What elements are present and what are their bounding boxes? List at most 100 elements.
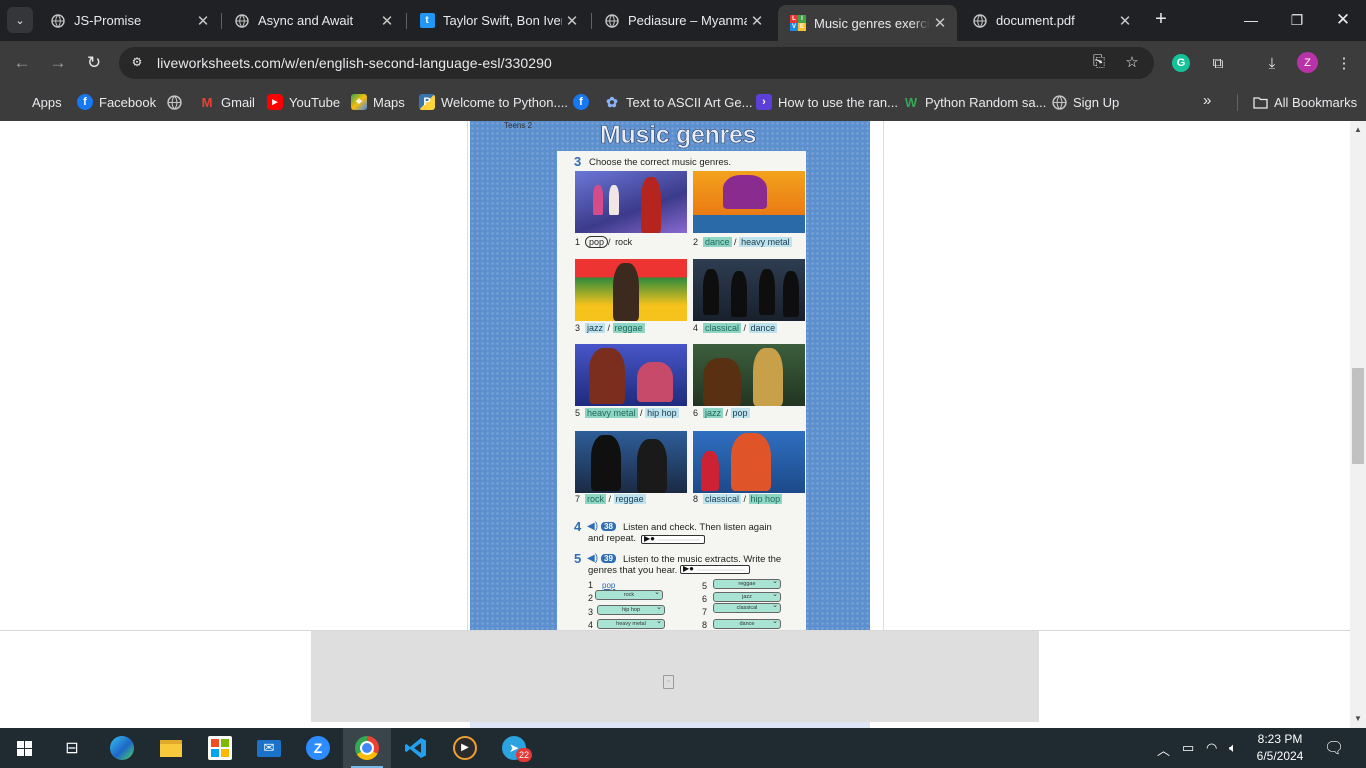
bookmark-star-icon[interactable]: ☆ bbox=[1122, 53, 1142, 73]
start-icon[interactable] bbox=[0, 728, 48, 768]
globe-icon bbox=[234, 13, 250, 29]
address-bar[interactable]: ⚙ liveworksheets.com/w/en/english-second… bbox=[119, 47, 1154, 79]
clock-date: 6/5/2024 bbox=[1256, 749, 1304, 763]
url-text[interactable]: liveworksheets.com/w/en/english-second-l… bbox=[157, 55, 552, 71]
bookmark-apps[interactable]: Apps bbox=[12, 92, 62, 112]
bookmark-facebook[interactable]: f Facebook bbox=[77, 92, 156, 112]
vscode-icon[interactable] bbox=[392, 728, 440, 768]
zoom-icon[interactable]: Z bbox=[294, 728, 342, 768]
close-icon[interactable]: ✕ bbox=[930, 14, 950, 32]
answer-8-select[interactable]: dance bbox=[713, 618, 781, 629]
bookmark-maps[interactable]: ⌖ Maps bbox=[351, 92, 405, 112]
task-view-icon[interactable]: ⊟ bbox=[48, 728, 96, 768]
option-b[interactable]: pop bbox=[730, 408, 750, 418]
bookmark-globe[interactable] bbox=[166, 92, 188, 112]
close-icon[interactable]: ✕ bbox=[377, 12, 397, 30]
mail-icon[interactable]: ✉ bbox=[245, 728, 293, 768]
tab-taylor-swift[interactable]: t Taylor Swift, Bon Iver ✕ bbox=[407, 6, 589, 35]
bookmark-python-random[interactable]: W Python Random sa... bbox=[903, 92, 1047, 112]
exercise-3-item-4: 4 classical / dance bbox=[693, 323, 778, 333]
bookmark-youtube[interactable]: ▶ YouTube bbox=[267, 92, 340, 112]
scroll-thumb[interactable] bbox=[1352, 368, 1364, 464]
bookmark-random[interactable]: › How to use the ran... bbox=[756, 92, 898, 112]
scroll-down-icon[interactable]: ▼ bbox=[1353, 714, 1363, 724]
tab-pediasure[interactable]: Pediasure – Myanmar ✕ bbox=[592, 6, 774, 35]
option-a[interactable]: dance bbox=[703, 237, 732, 247]
answer-7-select[interactable]: classical bbox=[713, 602, 781, 613]
bookmarks-overflow-icon[interactable]: » bbox=[1203, 92, 1211, 109]
all-bookmarks[interactable]: All Bookmarks bbox=[1252, 92, 1357, 112]
profile-avatar[interactable]: Z bbox=[1297, 52, 1318, 73]
media-player-icon[interactable]: ▶ bbox=[441, 728, 489, 768]
reload-icon[interactable]: ↻ bbox=[82, 51, 106, 75]
close-window-icon[interactable]: ✕ bbox=[1320, 0, 1366, 40]
bookmark-label: Maps bbox=[373, 94, 405, 110]
bookmark-python[interactable]: P Welcome to Python.... bbox=[419, 92, 568, 112]
close-icon[interactable]: ✕ bbox=[562, 12, 582, 30]
volume-icon[interactable]: 🔈︎ bbox=[1229, 740, 1237, 756]
play-icon[interactable]: ▶● bbox=[644, 534, 655, 543]
site-info-icon[interactable]: ⚙ bbox=[129, 55, 145, 71]
tab-document-pdf[interactable]: document.pdf ✕ bbox=[960, 6, 1142, 35]
option-a[interactable]: pop bbox=[585, 236, 609, 248]
option-a[interactable]: jazz bbox=[703, 408, 724, 418]
item-number: 5 bbox=[575, 408, 581, 418]
answer-6-select[interactable]: jazz bbox=[713, 591, 781, 602]
option-b[interactable]: heavy metal bbox=[739, 237, 792, 247]
bookmark-sign-up[interactable]: Sign Up bbox=[1051, 92, 1119, 112]
notifications-icon[interactable]: 🗨︎ bbox=[1324, 738, 1344, 758]
forward-icon[interactable]: → bbox=[46, 51, 70, 75]
option-b[interactable]: hip hop bbox=[645, 408, 679, 418]
store-icon[interactable] bbox=[196, 728, 244, 768]
answer-5-select[interactable]: reggae bbox=[713, 578, 781, 589]
option-a[interactable]: classical bbox=[703, 323, 742, 333]
option-b[interactable]: hip hop bbox=[748, 494, 783, 504]
scroll-up-icon[interactable]: ▲ bbox=[1353, 125, 1363, 135]
tab-search-chevron-icon[interactable]: ⌄ bbox=[7, 7, 33, 33]
tab-async-await[interactable]: Async and Await ✕ bbox=[222, 6, 404, 35]
chrome-icon[interactable] bbox=[343, 728, 391, 768]
file-explorer-icon[interactable] bbox=[147, 728, 195, 768]
telegram-icon[interactable]: ➤ 22 bbox=[490, 728, 538, 768]
bookmark-facebook-2[interactable]: f bbox=[573, 92, 595, 112]
close-icon[interactable]: ✕ bbox=[1115, 12, 1135, 30]
restore-icon[interactable]: ❐ bbox=[1274, 0, 1320, 40]
grammarly-icon[interactable]: G bbox=[1170, 52, 1192, 74]
tab-js-promise[interactable]: JS-Promise ✕ bbox=[38, 6, 220, 35]
system-clock[interactable]: 8:23 PM 6/5/2024 bbox=[1251, 731, 1309, 765]
answer-2-select[interactable]: rock bbox=[595, 589, 663, 600]
option-b[interactable]: reggae bbox=[613, 494, 646, 504]
new-tab-button[interactable]: + bbox=[1150, 9, 1172, 31]
extensions-puzzle-icon[interactable]: ⧉ bbox=[1207, 52, 1229, 74]
audio-player-ex4[interactable]: ▶● bbox=[641, 534, 705, 544]
bookmark-ascii-art[interactable]: ✿ Text to ASCII Art Ge... bbox=[604, 92, 752, 112]
back-icon[interactable]: ← bbox=[10, 51, 34, 75]
option-a[interactable]: classical bbox=[703, 494, 742, 504]
install-app-icon[interactable]: ⎘ bbox=[1089, 53, 1109, 73]
audio-progress-bar[interactable] bbox=[697, 569, 745, 571]
wifi-icon[interactable]: ◠ bbox=[1206, 740, 1217, 756]
audio-player-ex5[interactable]: ▶● bbox=[680, 564, 750, 574]
option-b[interactable]: rock bbox=[613, 237, 634, 247]
play-icon[interactable]: ▶● bbox=[683, 564, 694, 573]
downloads-icon[interactable]: ⤓ bbox=[1261, 52, 1283, 74]
audio-progress-bar[interactable] bbox=[658, 539, 700, 541]
option-b[interactable]: dance bbox=[748, 323, 778, 333]
option-b[interactable]: reggae bbox=[612, 323, 645, 333]
bookmark-gmail[interactable]: M Gmail bbox=[199, 92, 255, 112]
close-icon[interactable]: ✕ bbox=[193, 12, 213, 30]
minimize-icon[interactable]: — bbox=[1228, 0, 1274, 40]
answer-3-select[interactable]: hip hop bbox=[597, 604, 665, 615]
menu-kebab-icon[interactable]: ⋮ bbox=[1333, 52, 1355, 74]
tray-overflow-icon[interactable]: ︿ bbox=[1157, 740, 1170, 759]
close-icon[interactable]: ✕ bbox=[747, 12, 767, 30]
page-scrollbar[interactable]: ▲ ▼ bbox=[1350, 121, 1366, 728]
edge-icon[interactable] bbox=[98, 728, 146, 768]
battery-icon[interactable]: ▭ bbox=[1182, 740, 1194, 756]
option-a[interactable]: jazz bbox=[585, 323, 606, 333]
option-a[interactable]: rock bbox=[585, 494, 607, 504]
option-a[interactable]: heavy metal bbox=[585, 408, 638, 418]
answer-1-text[interactable]: pop bbox=[602, 581, 615, 590]
answer-4-select[interactable]: heavy metal bbox=[597, 618, 665, 629]
tab-music-genres[interactable]: LIVE Music genres exercise ✕ bbox=[778, 5, 957, 41]
